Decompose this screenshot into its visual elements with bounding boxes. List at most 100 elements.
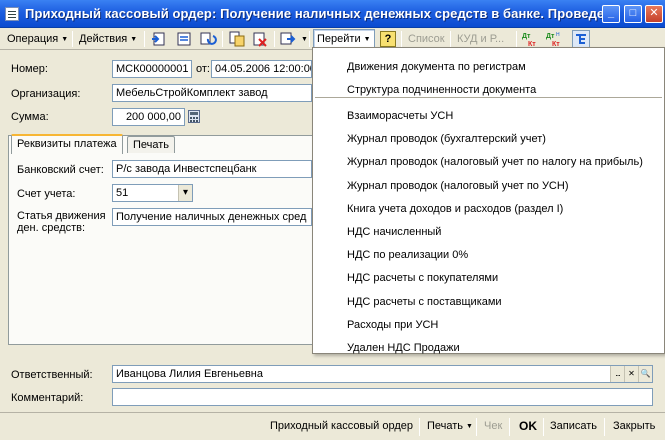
print-menu-button[interactable]: Печать ▼: [427, 420, 473, 432]
responsible-value: Иванцова Лилия Евгеньевна: [116, 368, 263, 380]
enter-based-on-icon[interactable]: [279, 30, 297, 48]
toolbar-separator: [222, 31, 223, 47]
organization-label: Организация:: [11, 88, 81, 100]
sum-field[interactable]: 200 000,00: [112, 108, 185, 126]
close-icon: ✕: [649, 7, 659, 19]
list-button[interactable]: Список: [405, 30, 448, 48]
receipt-button[interactable]: Чек: [484, 420, 502, 432]
menu-item[interactable]: Движения документа по регистрам: [347, 61, 526, 73]
menu-item[interactable]: Взаиморасчеты УСН: [347, 110, 453, 122]
operation-menu-button[interactable]: Операция ▼: [4, 30, 71, 48]
close-button[interactable]: Закрыть: [613, 420, 655, 432]
menu-item[interactable]: НДС по реализации 0%: [347, 249, 468, 261]
goto-label: Перейти: [317, 33, 361, 45]
cashflow-field[interactable]: Получение наличных денежных сред: [112, 208, 312, 226]
help-icon[interactable]: ?: [379, 30, 397, 48]
save-button[interactable]: Записать: [550, 420, 597, 432]
bottom-separator: [604, 418, 605, 436]
account-field[interactable]: 51: [112, 184, 193, 202]
comment-label: Комментарий:: [11, 392, 84, 404]
comment-field[interactable]: [112, 388, 653, 406]
maximize-button[interactable]: □: [624, 5, 642, 23]
number-field[interactable]: МСК00000001: [112, 60, 192, 78]
copy-document-icon[interactable]: [228, 30, 246, 48]
search-icon[interactable]: [638, 366, 652, 382]
print-label: Печать: [427, 420, 464, 432]
document-icon: [5, 7, 19, 21]
dropdown-arrow-icon: ▼: [363, 36, 371, 43]
actions-label: Действия: [79, 33, 128, 45]
svg-text:Дт: Дт: [546, 33, 555, 40]
bottom-separator: [476, 418, 477, 436]
cashflow-label-cont: ден. средств:: [17, 222, 86, 234]
dt-kt-tax-icon[interactable]: Дт Н Кт: [545, 30, 563, 48]
menu-item[interactable]: НДС расчеты с покупателями: [347, 272, 498, 284]
operation-label: Операция: [7, 33, 59, 45]
dt-kt-icon[interactable]: Дт Кт: [521, 30, 539, 48]
dropdown-arrow-icon: ▼: [301, 36, 308, 43]
command-bar-bottom: Приходный кассовый ордер Печать ▼ Чек OK …: [0, 412, 665, 440]
dropdown-arrow-icon: ▼: [130, 36, 138, 43]
minimize-button[interactable]: _: [602, 5, 620, 23]
svg-text:Дт: Дт: [522, 33, 531, 40]
tab-print[interactable]: Печать: [127, 136, 176, 153]
sum-label: Сумма:: [11, 111, 49, 123]
minimize-icon: _: [607, 7, 615, 19]
account-value: 51: [116, 187, 129, 199]
structure-icon[interactable]: [572, 30, 590, 48]
post-icon[interactable]: [150, 30, 168, 48]
toolbar-separator: [309, 31, 310, 47]
cashflow-label: Статья движения: [17, 210, 106, 222]
responsible-label: Ответственный:: [11, 369, 93, 381]
toolbar-separator: [516, 31, 517, 47]
number-label: Номер:: [11, 63, 48, 75]
actions-menu-button[interactable]: Действия ▼: [76, 30, 140, 48]
delete-mark-icon[interactable]: [251, 30, 269, 48]
kud-report-button[interactable]: КУД и Р...: [454, 30, 507, 48]
organization-value: МебельСтройКомплект завод: [116, 87, 268, 99]
responsible-field[interactable]: Иванцова Лилия Евгеньевна: [112, 365, 653, 383]
menu-item[interactable]: Журнал проводок (налоговый учет по УСН): [347, 180, 569, 192]
toolbar-separator: [450, 31, 451, 47]
menu-item[interactable]: Журнал проводок (налоговый учет по налог…: [347, 156, 643, 168]
menu-item[interactable]: Книга учета доходов и расходов (раздел I…: [347, 203, 563, 215]
enter-based-on-dropdown[interactable]: ▼: [296, 30, 310, 48]
menu-item[interactable]: Журнал проводок (бухгалтерский учет): [347, 133, 546, 145]
help-glyph: ?: [380, 31, 396, 47]
maximize-icon: □: [629, 7, 637, 19]
toolbar-separator: [274, 31, 275, 47]
menu-item[interactable]: Расходы при УСН: [347, 319, 438, 331]
ok-button[interactable]: OK: [519, 419, 537, 433]
refresh-icon[interactable]: [199, 30, 217, 48]
menu-separator: [315, 97, 662, 98]
dropdown-arrow-icon: ▼: [466, 423, 473, 430]
tab-payment-details[interactable]: Реквизиты платежа: [11, 134, 123, 154]
menu-item[interactable]: Структура подчиненности документа: [347, 84, 536, 96]
bottom-separator: [543, 418, 544, 436]
bottom-separator: [419, 418, 420, 436]
clear-icon[interactable]: [624, 366, 638, 382]
toolbar-separator: [373, 31, 374, 47]
svg-text:Н: Н: [556, 32, 560, 38]
menu-item[interactable]: НДС начисленный: [347, 226, 441, 238]
toolbar-separator: [144, 31, 145, 47]
window-title: Приходный кассовый ордер: Получение нали…: [25, 6, 613, 21]
calculator-icon[interactable]: [188, 110, 200, 123]
document-view-icon[interactable]: [175, 30, 193, 48]
toolbar-separator: [72, 31, 73, 47]
account-dropdown-icon[interactable]: [178, 185, 192, 201]
date-label: от:: [196, 63, 210, 75]
bank-account-field[interactable]: Р/с завода Инвестспецбанк: [112, 160, 312, 178]
menu-item[interactable]: НДС расчеты с поставщиками: [347, 296, 502, 308]
close-window-button[interactable]: ✕: [645, 5, 663, 23]
organization-field[interactable]: МебельСтройКомплект завод: [112, 84, 312, 102]
account-label: Счет учета:: [17, 188, 76, 200]
bank-account-value: Р/с завода Инвестспецбанк: [116, 163, 257, 175]
goto-menu-button[interactable]: Перейти ▼: [313, 29, 375, 49]
select-dots-icon[interactable]: [610, 366, 624, 382]
date-field[interactable]: 04.05.2006 12:00:00: [211, 60, 312, 78]
window-titlebar[interactable]: Приходный кассовый ордер: Получение нали…: [0, 0, 665, 28]
menu-item[interactable]: Удален НДС Продажи: [347, 342, 460, 354]
doc-print-button[interactable]: Приходный кассовый ордер: [270, 420, 413, 432]
goto-dropdown-menu: Движения документа по регистрам Структура…: [312, 47, 665, 354]
